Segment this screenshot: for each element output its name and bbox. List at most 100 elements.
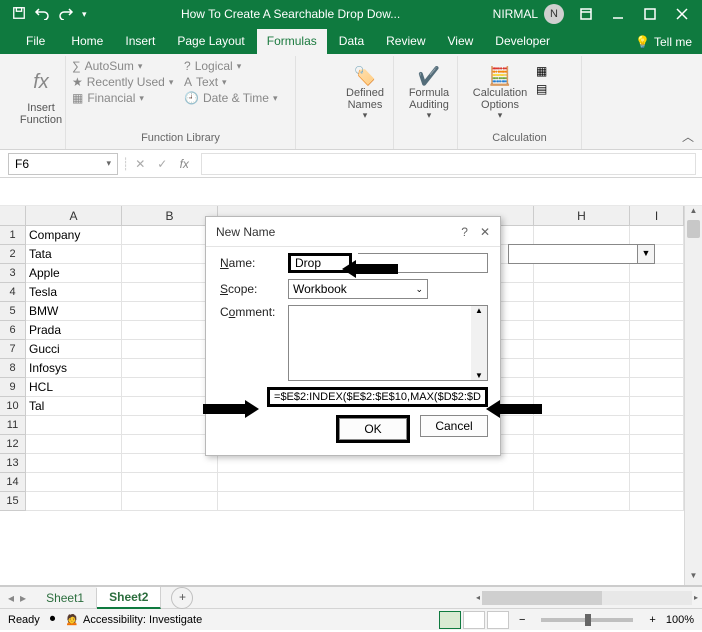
scope-select[interactable]: Workbook ⌄ bbox=[288, 279, 428, 299]
horizontal-scrollbar[interactable]: ◂ ▸ bbox=[193, 591, 702, 605]
dialog-title: New Name bbox=[216, 225, 275, 239]
sigma-icon: ∑ bbox=[72, 59, 81, 73]
ribbon-tabs: File Home Insert Page Layout Formulas Da… bbox=[0, 28, 702, 54]
collapse-ribbon-icon[interactable]: ︿ bbox=[682, 128, 694, 145]
maximize-icon[interactable] bbox=[634, 0, 666, 28]
fx-button[interactable]: fx bbox=[173, 157, 195, 171]
defined-names-icon: 🏷️ bbox=[354, 67, 376, 87]
dropdown-cell[interactable]: ▼ bbox=[508, 244, 638, 264]
sheet-nav-prev-icon[interactable]: ◂ bbox=[8, 591, 14, 605]
row-header[interactable]: 12 bbox=[0, 435, 26, 454]
row-header[interactable]: 11 bbox=[0, 416, 26, 435]
vertical-scrollbar[interactable]: ▲ ▼ bbox=[684, 206, 702, 585]
cell-a1[interactable]: Company bbox=[26, 226, 122, 245]
financial-icon: ▦ bbox=[72, 91, 83, 105]
cell[interactable]: Tesla bbox=[26, 283, 122, 302]
zoom-slider[interactable] bbox=[541, 618, 633, 622]
cancel-button[interactable]: Cancel bbox=[420, 415, 488, 437]
tab-formulas[interactable]: Formulas bbox=[257, 29, 327, 54]
row-header[interactable]: 3 bbox=[0, 264, 26, 283]
cell[interactable]: BMW bbox=[26, 302, 122, 321]
tab-home[interactable]: Home bbox=[61, 29, 113, 54]
row-header[interactable]: 8 bbox=[0, 359, 26, 378]
row-header[interactable]: 1 bbox=[0, 226, 26, 245]
defined-names-button[interactable]: 🏷️ Defined Names ▾ bbox=[336, 58, 394, 130]
row-header[interactable]: 14 bbox=[0, 473, 26, 492]
row-header[interactable]: 6 bbox=[0, 321, 26, 340]
calculate-sheet-icon[interactable]: ▤ bbox=[536, 82, 547, 96]
ok-button[interactable]: OK bbox=[339, 418, 407, 440]
row-header[interactable]: 15 bbox=[0, 492, 26, 511]
name-box[interactable]: F6 ▾ bbox=[8, 153, 118, 175]
auditing-icon: ✔️ bbox=[418, 67, 440, 87]
account-name: NIRMAL bbox=[493, 7, 538, 21]
row-header[interactable]: 13 bbox=[0, 454, 26, 473]
sheet-tab-sheet2[interactable]: Sheet2 bbox=[97, 587, 161, 609]
sheet-tab-sheet1[interactable]: Sheet1 bbox=[34, 588, 97, 608]
close-icon[interactable] bbox=[666, 0, 698, 28]
redo-icon[interactable] bbox=[58, 6, 74, 23]
row-header[interactable]: 5 bbox=[0, 302, 26, 321]
col-header[interactable]: H bbox=[534, 206, 630, 226]
row-header[interactable]: 7 bbox=[0, 340, 26, 359]
calculate-now-icon[interactable]: ▦ bbox=[536, 64, 547, 78]
zoom-level[interactable]: 100% bbox=[666, 614, 694, 626]
tab-developer[interactable]: Developer bbox=[485, 29, 560, 54]
close-icon[interactable]: ✕ bbox=[480, 225, 490, 239]
view-page-layout-button[interactable] bbox=[463, 611, 485, 629]
tab-data[interactable]: Data bbox=[329, 29, 374, 54]
annotation-arrow bbox=[203, 400, 259, 418]
cell[interactable]: Apple bbox=[26, 264, 122, 283]
row-header[interactable]: 2 bbox=[0, 245, 26, 264]
chevron-down-icon[interactable]: ▾ bbox=[106, 158, 111, 169]
qat-dropdown-icon[interactable]: ▾ bbox=[82, 9, 87, 20]
minimize-icon[interactable] bbox=[602, 0, 634, 28]
cell[interactable]: Tata bbox=[26, 245, 122, 264]
save-icon[interactable] bbox=[12, 6, 26, 23]
cell[interactable]: Tal bbox=[26, 397, 122, 416]
cell[interactable]: Infosys bbox=[26, 359, 122, 378]
fx-icon: fx bbox=[21, 62, 61, 102]
formula-cancel-icon[interactable]: ✕ bbox=[129, 157, 151, 171]
sheet-nav-next-icon[interactable]: ▸ bbox=[20, 591, 26, 605]
row-header[interactable]: 9 bbox=[0, 378, 26, 397]
formula-input[interactable] bbox=[201, 153, 696, 175]
insert-function-button[interactable]: fx Insert Function bbox=[12, 58, 70, 130]
view-page-break-button[interactable] bbox=[487, 611, 509, 629]
view-normal-button[interactable] bbox=[439, 611, 461, 629]
formula-enter-icon[interactable]: ✓ bbox=[151, 157, 173, 171]
refers-to-input[interactable]: =$E$2:INDEX($E$2:$E$10,MAX($D$2:$D bbox=[267, 387, 488, 407]
tab-file[interactable]: File bbox=[12, 29, 59, 54]
col-header[interactable]: B bbox=[122, 206, 218, 226]
accessibility-status[interactable]: 🙍 Accessibility: Investigate bbox=[65, 613, 202, 626]
zoom-out-button[interactable]: − bbox=[519, 614, 525, 626]
tab-page-layout[interactable]: Page Layout bbox=[167, 29, 254, 54]
col-header[interactable]: I bbox=[630, 206, 684, 226]
cell[interactable]: Gucci bbox=[26, 340, 122, 359]
cell[interactable]: HCL bbox=[26, 378, 122, 397]
help-icon[interactable]: ? bbox=[461, 225, 468, 239]
macro-record-icon[interactable]: ⏺ bbox=[50, 613, 56, 626]
cell[interactable]: Prada bbox=[26, 321, 122, 340]
account-area[interactable]: NIRMAL N bbox=[487, 4, 570, 24]
col-header[interactable]: A bbox=[26, 206, 122, 226]
select-all-corner[interactable] bbox=[0, 206, 26, 226]
formula-auditing-button[interactable]: ✔️ Formula Auditing ▾ bbox=[400, 58, 458, 130]
clock-icon: 🕘 bbox=[184, 91, 199, 105]
chevron-down-icon[interactable]: ▼ bbox=[637, 244, 655, 264]
comment-textarea[interactable]: ▲▼ bbox=[288, 305, 488, 381]
group-function-library: Function Library bbox=[72, 132, 289, 147]
tab-view[interactable]: View bbox=[438, 29, 484, 54]
annotation-arrow bbox=[342, 260, 398, 278]
row-header[interactable]: 10 bbox=[0, 397, 26, 416]
add-sheet-button[interactable]: + bbox=[171, 587, 193, 609]
zoom-in-button[interactable]: + bbox=[649, 614, 655, 626]
logical-icon: ? bbox=[184, 59, 191, 73]
row-header[interactable]: 4 bbox=[0, 283, 26, 302]
ribbon-display-icon[interactable] bbox=[570, 0, 602, 28]
calculation-options-button[interactable]: 🧮 Calculation Options ▾ bbox=[464, 58, 536, 130]
tab-review[interactable]: Review bbox=[376, 29, 435, 54]
tab-insert[interactable]: Insert bbox=[115, 29, 165, 54]
undo-icon[interactable] bbox=[34, 6, 50, 23]
tell-me[interactable]: 💡 Tell me bbox=[625, 30, 702, 54]
